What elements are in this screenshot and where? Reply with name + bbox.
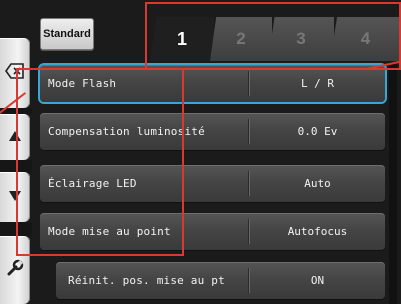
- menu-row-focus-reset[interactable]: Réinit. pos. mise au pt ON: [56, 262, 385, 299]
- tab-4[interactable]: 4: [330, 17, 401, 61]
- camera-settings-screen: Standard 1 2 3 4 Mode Flash L / R Compen…: [0, 0, 401, 304]
- standard-preset-button[interactable]: Standard: [40, 18, 94, 50]
- settings-tools-button[interactable]: [0, 236, 30, 304]
- arrow-down-icon: [9, 188, 21, 206]
- scrollbar-track[interactable]: [389, 62, 397, 304]
- menu-row-label: Mode Flash: [48, 77, 117, 90]
- backspace-button[interactable]: [0, 38, 30, 108]
- menu-row-value: 0.0 Ev: [297, 125, 338, 138]
- menu-row-label: Éclairage LED: [48, 177, 137, 190]
- menu-row-value: Autofocus: [287, 225, 348, 238]
- menu-row-value: ON: [310, 274, 325, 287]
- row-divider: [248, 171, 249, 196]
- wrench-icon: [6, 259, 24, 282]
- menu-row-value: Auto: [304, 177, 331, 190]
- rail-divider: [0, 222, 32, 236]
- row-divider: [248, 71, 249, 96]
- menu-row-brightness-compensation[interactable]: Compensation luminosité 0.0 Ev: [40, 113, 385, 150]
- menu-row-focus-mode[interactable]: Mode mise au point Autofocus: [40, 213, 385, 250]
- scroll-up-button[interactable]: [0, 114, 30, 160]
- tab-1[interactable]: 1: [150, 17, 214, 61]
- rail-divider: [0, 160, 32, 172]
- row-divider: [248, 268, 249, 293]
- tab-2[interactable]: 2: [210, 17, 272, 61]
- menu-row-label: Mode mise au point: [48, 225, 171, 238]
- scroll-down-button[interactable]: [0, 172, 30, 222]
- tab-3[interactable]: 3: [268, 17, 334, 61]
- menu-row-label: Compensation luminosité: [48, 125, 205, 138]
- backspace-icon: [5, 62, 25, 84]
- row-divider: [248, 219, 249, 244]
- row-divider: [248, 119, 249, 144]
- menu-row-value: L / R: [300, 77, 335, 90]
- menu-row-label: Réinit. pos. mise au pt: [68, 274, 225, 287]
- menu-row-led-lighting[interactable]: Éclairage LED Auto: [40, 165, 385, 202]
- menu-row-flash-mode[interactable]: Mode Flash L / R: [40, 65, 385, 102]
- arrow-up-icon: [9, 128, 21, 146]
